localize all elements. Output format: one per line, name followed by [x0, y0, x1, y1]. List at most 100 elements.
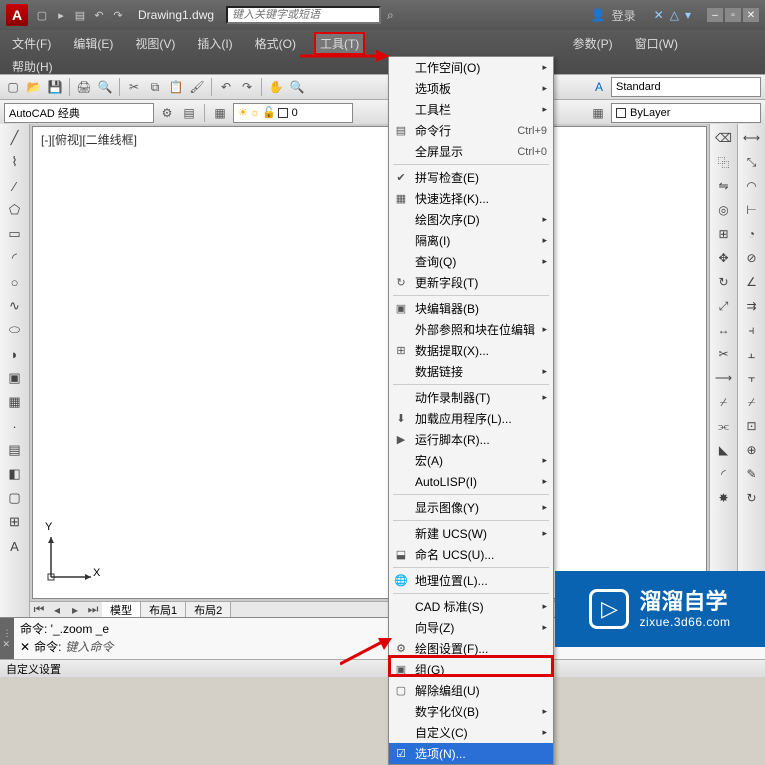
menu-draftsettings[interactable]: ⚙绘图设置(F)... — [389, 638, 553, 659]
tab-layout2[interactable]: 布局2 — [186, 602, 231, 617]
menu-displayimage[interactable]: 显示图像(Y)▸ — [389, 497, 553, 518]
menu-loadapp[interactable]: ⬇加载应用程序(L)... — [389, 408, 553, 429]
close-button[interactable]: ✕ — [743, 8, 759, 22]
pan-icon[interactable]: ✋ — [267, 78, 285, 96]
menu-cadstandards[interactable]: CAD 标准(S)▸ — [389, 596, 553, 617]
copy-tool[interactable]: ⿻ — [714, 152, 734, 172]
menu-help[interactable]: 帮助(H) — [8, 57, 757, 76]
tab-layout1[interactable]: 布局1 — [141, 602, 186, 617]
menu-xref-edit[interactable]: 外部参照和块在位编辑▸ — [389, 319, 553, 340]
extend-tool[interactable]: ⟶ — [714, 368, 734, 388]
ellipse-tool[interactable]: ⬭ — [5, 320, 25, 340]
break-tool[interactable]: ⌿ — [714, 392, 734, 412]
array-tool[interactable]: ⊞ — [714, 224, 734, 244]
menu-ungroup[interactable]: ▢解除编组(U) — [389, 680, 553, 701]
fillet-tool[interactable]: ◜ — [714, 464, 734, 484]
redo-icon[interactable]: ↷ — [238, 78, 256, 96]
menu-blockeditor[interactable]: ▣块编辑器(B) — [389, 298, 553, 319]
layer-props-icon[interactable]: ▤ — [180, 104, 198, 122]
center-mark-tool[interactable]: ⊕ — [742, 440, 762, 460]
save-icon[interactable]: 💾 — [46, 78, 64, 96]
menu-wizards[interactable]: 向导(Z)▸ — [389, 617, 553, 638]
erase-tool[interactable]: ⌫ — [714, 128, 734, 148]
region-tool[interactable]: ▢ — [5, 488, 25, 508]
textstyle-icon[interactable]: A — [590, 78, 608, 96]
gradient-tool[interactable]: ◧ — [5, 464, 25, 484]
tab-scroll-next-icon[interactable]: ▸ — [66, 601, 84, 619]
match-icon[interactable]: 🖌 — [188, 78, 206, 96]
tab-scroll-prev-icon[interactable]: ◂ — [48, 601, 66, 619]
menu-datalink[interactable]: 数据链接▸ — [389, 361, 553, 382]
menu-tools[interactable]: 工具(T) — [314, 32, 365, 55]
point-tool[interactable]: · — [5, 416, 25, 436]
menu-fullscreen[interactable]: 全屏显示Ctrl+0 — [389, 141, 553, 162]
qat-redo-icon[interactable]: ↷ — [110, 7, 126, 23]
tab-scroll-first-icon[interactable]: ⏮ — [30, 601, 48, 619]
signin-icon[interactable]: 👤 — [591, 8, 606, 22]
hatch-tool[interactable]: ▤ — [5, 440, 25, 460]
menu-toolbars[interactable]: 工具栏▸ — [389, 99, 553, 120]
xline-tool[interactable]: ∕ — [5, 176, 25, 196]
polygon-tool[interactable]: ⬠ — [5, 200, 25, 220]
polyline-tool[interactable]: ⌇ — [5, 152, 25, 172]
tab-scroll-last-icon[interactable]: ⏭ — [84, 601, 102, 619]
arc-tool[interactable]: ◜ — [5, 248, 25, 268]
signin-link[interactable]: 登录 — [612, 7, 636, 24]
menu-param[interactable]: 参数(P) — [569, 34, 617, 53]
color-icon[interactable]: ▦ — [589, 104, 607, 122]
menu-macro[interactable]: 宏(A)▸ — [389, 450, 553, 471]
menu-isolate[interactable]: 隔离(I)▸ — [389, 230, 553, 251]
menu-spellcheck[interactable]: ✔拼写检查(E) — [389, 167, 553, 188]
preview-icon[interactable]: 🔍 — [96, 78, 114, 96]
dim-radius-tool[interactable]: ◔ — [742, 224, 762, 244]
paste-icon[interactable]: 📋 — [167, 78, 185, 96]
cut-icon[interactable]: ✂ — [125, 78, 143, 96]
dim-linear-tool[interactable]: ⟷ — [742, 128, 762, 148]
menu-commandline[interactable]: ▤命令行Ctrl+9 — [389, 120, 553, 141]
menu-edit[interactable]: 编辑(E) — [69, 34, 117, 53]
search-icon[interactable]: ⌕ — [387, 8, 394, 23]
dim-baseline-tool[interactable]: ⫞ — [742, 320, 762, 340]
layer-manager-icon[interactable]: ▦ — [211, 104, 229, 122]
line-tool[interactable]: ╱ — [5, 128, 25, 148]
rectangle-tool[interactable]: ▭ — [5, 224, 25, 244]
undo-icon[interactable]: ↶ — [217, 78, 235, 96]
exchange-icon[interactable]: ✕ — [654, 8, 664, 22]
insert-block-tool[interactable]: ▣ — [5, 368, 25, 388]
color-combo[interactable]: ByLayer — [611, 103, 761, 123]
ellipse-arc-tool[interactable]: ◗ — [5, 344, 25, 364]
dim-diameter-tool[interactable]: ⊘ — [742, 248, 762, 268]
dim-arc-tool[interactable]: ◠ — [742, 176, 762, 196]
move-tool[interactable]: ✥ — [714, 248, 734, 268]
spline-tool[interactable]: ∿ — [5, 296, 25, 316]
mirror-tool[interactable]: ⇋ — [714, 176, 734, 196]
layer-combo[interactable]: ☀☼ 🔓 0 — [233, 103, 353, 123]
dim-quick-tool[interactable]: ⇉ — [742, 296, 762, 316]
menu-autolisp[interactable]: AutoLISP(I)▸ — [389, 471, 553, 492]
help-search-input[interactable] — [226, 6, 381, 24]
dim-ordinate-tool[interactable]: ⊢ — [742, 200, 762, 220]
qat-undo-icon[interactable]: ↶ — [91, 7, 107, 23]
qat-new-icon[interactable]: ▢ — [34, 7, 50, 23]
copy-icon[interactable]: ⧉ — [146, 78, 164, 96]
menu-options[interactable]: ☑选项(N)... — [389, 743, 553, 764]
menu-quickselect[interactable]: ▦快速选择(K)... — [389, 188, 553, 209]
menu-view[interactable]: 视图(V) — [131, 34, 179, 53]
menu-window[interactable]: 窗口(W) — [631, 34, 682, 53]
autodesk-icon[interactable]: △ — [670, 8, 679, 22]
tolerance-tool[interactable]: ⊡ — [742, 416, 762, 436]
help-icon[interactable]: ▾ — [685, 8, 691, 22]
rotate-tool[interactable]: ↻ — [714, 272, 734, 292]
menu-updatefields[interactable]: ↻更新字段(T) — [389, 272, 553, 293]
stretch-tool[interactable]: ↔ — [714, 320, 734, 340]
restore-button[interactable]: ▫ — [725, 8, 741, 22]
command-input[interactable]: 键入命令 — [65, 638, 113, 656]
new-icon[interactable]: ▢ — [4, 78, 22, 96]
menu-workspace[interactable]: 工作空间(O)▸ — [389, 57, 553, 78]
join-tool[interactable]: ⫘ — [714, 416, 734, 436]
dim-angular-tool[interactable]: ∠ — [742, 272, 762, 292]
zoom-icon[interactable]: 🔍 — [288, 78, 306, 96]
gear-icon[interactable]: ⚙ — [158, 104, 176, 122]
trim-tool[interactable]: ✂ — [714, 344, 734, 364]
menu-file[interactable]: 文件(F) — [8, 34, 55, 53]
